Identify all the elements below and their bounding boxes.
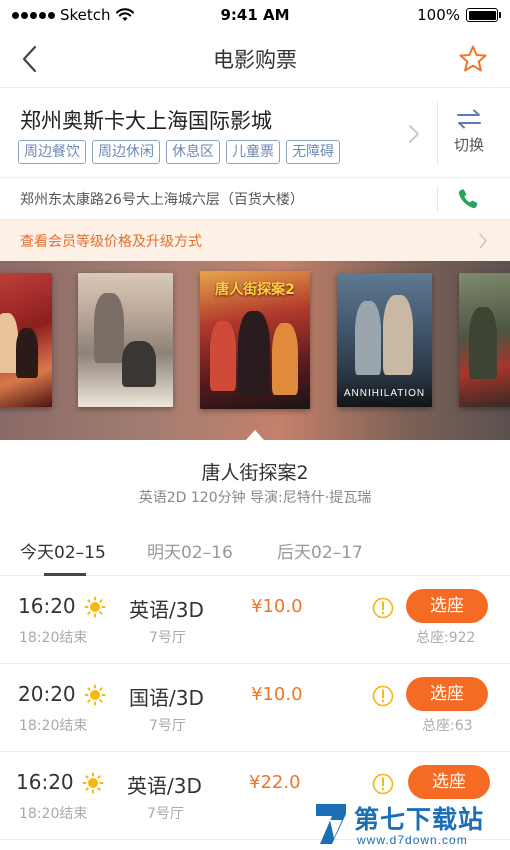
status-time: 9:41 AM (220, 6, 290, 24)
phone-icon (458, 189, 478, 209)
switch-label: 切换 (453, 136, 484, 154)
movie-poster[interactable] (78, 273, 173, 407)
show-hall: 7号厅 (149, 718, 186, 734)
show-price: ¥10.0 (251, 684, 303, 705)
sun-icon (82, 772, 104, 794)
poster-figure (16, 328, 38, 378)
chevron-right-icon (409, 125, 420, 143)
show-language: 国语/3D (129, 686, 204, 710)
cinema-info[interactable]: 郑州奥斯卡大上海国际影城 周边餐饮 周边休闲 休息区 儿童票 无障碍 切换 (0, 88, 510, 178)
page-title: 电影购票 (213, 47, 297, 72)
poster-title-art: 唐人街探案2 (215, 282, 295, 298)
date-tabs: 今天02–15 明天02–16 后天02–17 (0, 520, 510, 576)
nav-bar: 电影购票 (0, 30, 510, 88)
show-end-time: 18:20结束 (19, 718, 88, 734)
movie-poster[interactable]: ANNIHILATION (337, 273, 432, 407)
star-icon (459, 45, 487, 72)
showtime-row[interactable]: 20:20 18:20结束 国语/3D 7号厅 ¥10.0 选座 总座:63 (0, 664, 510, 752)
site-watermark: 第七下载站 www.d7down.com (312, 800, 510, 850)
divider (437, 102, 438, 164)
signal-strength-icon (12, 11, 55, 19)
watermark-title: 第七下载站 (354, 805, 485, 834)
sun-icon (84, 596, 106, 618)
poster-figure (210, 321, 236, 391)
poster-figure (383, 295, 413, 375)
member-price-banner[interactable]: 查看会员等级价格及升级方式 (0, 220, 510, 261)
show-end-time: 18:20结束 (19, 806, 88, 822)
cinema-tag: 休息区 (166, 140, 220, 164)
info-icon[interactable] (372, 773, 394, 795)
battery-percent: 100% (417, 6, 460, 24)
show-language: 英语/3D (127, 774, 202, 798)
sun-icon (84, 684, 106, 706)
show-hall: 7号厅 (149, 630, 186, 646)
show-start-time: 20:20 (18, 682, 76, 706)
select-seat-button[interactable]: 选座 (406, 589, 488, 623)
switch-cinema-button[interactable]: 切换 (444, 108, 494, 162)
info-icon[interactable] (372, 685, 394, 707)
tab-day-after-tomorrow[interactable]: 后天02–17 (277, 538, 363, 563)
show-start-time: 16:20 (18, 594, 76, 618)
selected-poster-indicator (246, 430, 264, 440)
member-banner-text: 查看会员等级价格及升级方式 (20, 233, 202, 250)
movie-meta: 英语2D 120分钟 导演:尼特什·提瓦瑞 (138, 490, 372, 506)
select-seat-button[interactable]: 选座 (408, 765, 490, 799)
cinema-tags: 周边餐饮 周边休闲 休息区 儿童票 无障碍 (18, 140, 340, 164)
cinema-address: 郑州东太康路26号大上海城六层（百货大楼） (20, 191, 304, 208)
info-icon[interactable] (372, 597, 394, 619)
call-button[interactable] (456, 187, 482, 211)
chevron-left-icon (22, 45, 37, 73)
total-seats: 总座:63 (422, 718, 473, 734)
cinema-tag: 无障碍 (286, 140, 340, 164)
show-hall: 7号厅 (147, 806, 184, 822)
status-left: Sketch (12, 6, 182, 24)
showtime-row[interactable]: 16:20 18:20结束 英语/3D 7号厅 ¥10.0 选座 总座:922 (0, 576, 510, 664)
show-language: 英语/3D (129, 598, 204, 622)
tab-today[interactable]: 今天02–15 (20, 538, 106, 563)
poster-figure (238, 311, 270, 395)
cinema-name: 郑州奥斯卡大上海国际影城 (20, 109, 272, 133)
status-bar: Sketch 9:41 AM 100% (0, 0, 510, 30)
poster-figure (469, 307, 497, 379)
chevron-right-icon (479, 233, 488, 249)
movie-info: 唐人街探案2 英语2D 120分钟 导演:尼特什·提瓦瑞 (0, 440, 510, 520)
cinema-tag: 儿童票 (226, 140, 280, 164)
poster-carousel[interactable]: 唐人街探案2 ANNIHILATION (0, 261, 510, 440)
poster-caption: ANNIHILATION (343, 388, 426, 399)
watermark-url: www.d7down.com (357, 833, 468, 847)
poster-figure (272, 323, 298, 395)
total-seats: 总座:922 (416, 630, 476, 646)
poster-figure (355, 301, 381, 375)
swap-arrows-icon (457, 109, 481, 129)
address-row: 郑州东太康路26号大上海城六层（百货大楼） (0, 178, 510, 220)
movie-title: 唐人街探案2 (201, 462, 309, 484)
cinema-tag: 周边休闲 (92, 140, 160, 164)
watermark-logo-icon (316, 804, 346, 844)
cinema-tag: 周边餐饮 (18, 140, 86, 164)
tab-tomorrow[interactable]: 明天02–16 (147, 538, 233, 563)
divider (437, 186, 438, 212)
movie-poster-selected[interactable]: 唐人街探案2 (200, 271, 310, 409)
show-start-time: 16:20 (16, 770, 74, 794)
show-price: ¥10.0 (251, 596, 303, 617)
status-right: 100% (328, 6, 501, 24)
show-end-time: 18:20结束 (19, 630, 88, 646)
back-button[interactable] (14, 42, 44, 76)
wifi-icon (115, 8, 134, 21)
show-price: ¥22.0 (249, 772, 301, 793)
poster-figure (94, 293, 124, 363)
favorite-button[interactable] (456, 42, 490, 76)
poster-figure (122, 341, 156, 387)
carrier-name: Sketch (60, 6, 111, 24)
select-seat-button[interactable]: 选座 (406, 677, 488, 711)
battery-icon (466, 8, 501, 22)
movie-poster[interactable] (0, 273, 52, 407)
battery-level (468, 10, 496, 20)
movie-poster[interactable] (459, 273, 510, 407)
